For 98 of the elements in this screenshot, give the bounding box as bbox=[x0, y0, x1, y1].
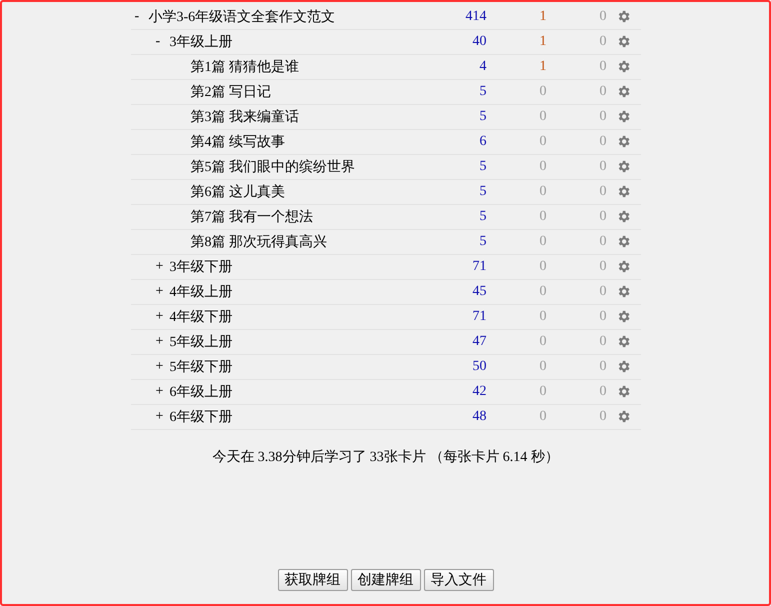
due-count: 0 bbox=[600, 309, 606, 324]
due-count: 0 bbox=[600, 159, 606, 174]
new-count: 414 bbox=[466, 9, 486, 24]
due-count: 0 bbox=[600, 109, 606, 124]
collapse-toggle[interactable]: - bbox=[134, 9, 148, 25]
deck-name[interactable]: 小学3-6年级语文全套作文范文 bbox=[148, 8, 336, 26]
settings-icon[interactable] bbox=[616, 384, 631, 400]
settings-icon[interactable] bbox=[616, 259, 631, 274]
deck-name[interactable]: 第2篇 写日记 bbox=[190, 83, 271, 101]
deck-name[interactable]: 第8篇 那次玩得真高兴 bbox=[190, 233, 327, 251]
learn-count: 0 bbox=[540, 134, 546, 149]
study-stats: 今天在 3.38分钟后学习了 33张卡片 （每张卡片 6.14 秒） bbox=[212, 448, 559, 466]
deck-name[interactable]: 第4篇 续写故事 bbox=[190, 133, 285, 151]
due-count: 0 bbox=[600, 209, 606, 224]
new-count: 45 bbox=[472, 284, 486, 299]
learn-count: 1 bbox=[540, 9, 546, 24]
new-count: 40 bbox=[472, 34, 486, 49]
deck-name[interactable]: 4年级下册 bbox=[170, 308, 232, 326]
settings-icon[interactable] bbox=[616, 334, 631, 350]
expand-toggle[interactable]: + bbox=[156, 409, 170, 425]
deck-name[interactable]: 3年级下册 bbox=[170, 258, 232, 276]
action-button[interactable]: 获取牌组 bbox=[278, 569, 348, 591]
learn-count: 1 bbox=[540, 34, 546, 49]
new-count: 50 bbox=[472, 359, 486, 374]
deck-name[interactable]: 5年级上册 bbox=[170, 333, 232, 351]
expand-toggle[interactable]: + bbox=[156, 259, 170, 275]
due-count: 0 bbox=[600, 184, 606, 199]
settings-icon[interactable] bbox=[616, 209, 631, 224]
new-count: 5 bbox=[480, 84, 486, 99]
action-button[interactable]: 导入文件 bbox=[424, 569, 494, 591]
expand-toggle[interactable]: + bbox=[156, 334, 170, 350]
due-count: 0 bbox=[600, 84, 606, 99]
deck-name[interactable]: 第1篇 猜猜他是谁 bbox=[190, 58, 299, 76]
settings-icon[interactable] bbox=[616, 159, 631, 174]
expand-toggle[interactable]: + bbox=[156, 359, 170, 375]
deck-name[interactable]: 第3篇 我来编童话 bbox=[190, 108, 299, 126]
learn-count: 0 bbox=[540, 234, 546, 249]
new-count: 6 bbox=[480, 134, 486, 149]
settings-icon[interactable] bbox=[616, 59, 631, 74]
learn-count: 0 bbox=[540, 209, 546, 224]
expand-toggle[interactable]: + bbox=[156, 284, 170, 300]
settings-icon[interactable] bbox=[616, 34, 631, 50]
learn-count: 1 bbox=[540, 59, 546, 74]
due-count: 0 bbox=[600, 9, 606, 24]
deck-name[interactable]: 5年级下册 bbox=[170, 358, 232, 376]
due-count: 0 bbox=[600, 384, 606, 399]
learn-count: 0 bbox=[540, 109, 546, 124]
new-count: 71 bbox=[472, 259, 486, 274]
deck-name[interactable]: 6年级上册 bbox=[170, 383, 232, 401]
new-count: 47 bbox=[472, 334, 486, 349]
learn-count: 0 bbox=[540, 259, 546, 274]
expand-toggle[interactable]: + bbox=[156, 384, 170, 400]
action-button[interactable]: 创建牌组 bbox=[350, 569, 420, 591]
new-count: 5 bbox=[480, 184, 486, 199]
learn-count: 0 bbox=[540, 309, 546, 324]
due-count: 0 bbox=[600, 284, 606, 299]
settings-icon[interactable] bbox=[616, 109, 631, 124]
settings-icon[interactable] bbox=[616, 359, 631, 374]
learn-count: 0 bbox=[540, 409, 546, 424]
due-count: 0 bbox=[600, 409, 606, 424]
new-count: 5 bbox=[480, 159, 486, 174]
collapse-toggle[interactable]: - bbox=[156, 34, 170, 50]
learn-count: 0 bbox=[540, 84, 546, 99]
settings-icon[interactable] bbox=[616, 134, 631, 150]
learn-count: 0 bbox=[540, 334, 546, 349]
due-count: 0 bbox=[600, 59, 606, 74]
new-count: 42 bbox=[472, 384, 486, 399]
due-count: 0 bbox=[600, 34, 606, 49]
new-count: 5 bbox=[480, 109, 486, 124]
expand-toggle[interactable]: + bbox=[156, 309, 170, 325]
new-count: 48 bbox=[472, 409, 486, 424]
learn-count: 0 bbox=[540, 184, 546, 199]
learn-count: 0 bbox=[540, 384, 546, 399]
settings-icon[interactable] bbox=[616, 184, 631, 200]
settings-icon[interactable] bbox=[616, 409, 631, 424]
due-count: 0 bbox=[600, 134, 606, 149]
deck-name[interactable]: 3年级上册 bbox=[170, 33, 232, 51]
deck-name[interactable]: 4年级上册 bbox=[170, 283, 232, 301]
due-count: 0 bbox=[600, 359, 606, 374]
settings-icon[interactable] bbox=[616, 84, 631, 100]
deck-name[interactable]: 6年级下册 bbox=[170, 408, 232, 426]
settings-icon[interactable] bbox=[616, 309, 631, 324]
settings-icon[interactable] bbox=[616, 9, 631, 24]
deck-name[interactable]: 第6篇 这儿真美 bbox=[190, 183, 285, 201]
settings-icon[interactable] bbox=[616, 234, 631, 250]
deck-name[interactable]: 第7篇 我有一个想法 bbox=[190, 208, 313, 226]
due-count: 0 bbox=[600, 234, 606, 249]
due-count: 0 bbox=[600, 334, 606, 349]
new-count: 4 bbox=[480, 59, 486, 74]
settings-icon[interactable] bbox=[616, 284, 631, 300]
new-count: 5 bbox=[480, 234, 486, 249]
new-count: 5 bbox=[480, 209, 486, 224]
due-count: 0 bbox=[600, 259, 606, 274]
new-count: 71 bbox=[472, 309, 486, 324]
deck-name[interactable]: 第5篇 我们眼中的缤纷世界 bbox=[190, 158, 355, 176]
learn-count: 0 bbox=[540, 159, 546, 174]
learn-count: 0 bbox=[540, 284, 546, 299]
learn-count: 0 bbox=[540, 359, 546, 374]
